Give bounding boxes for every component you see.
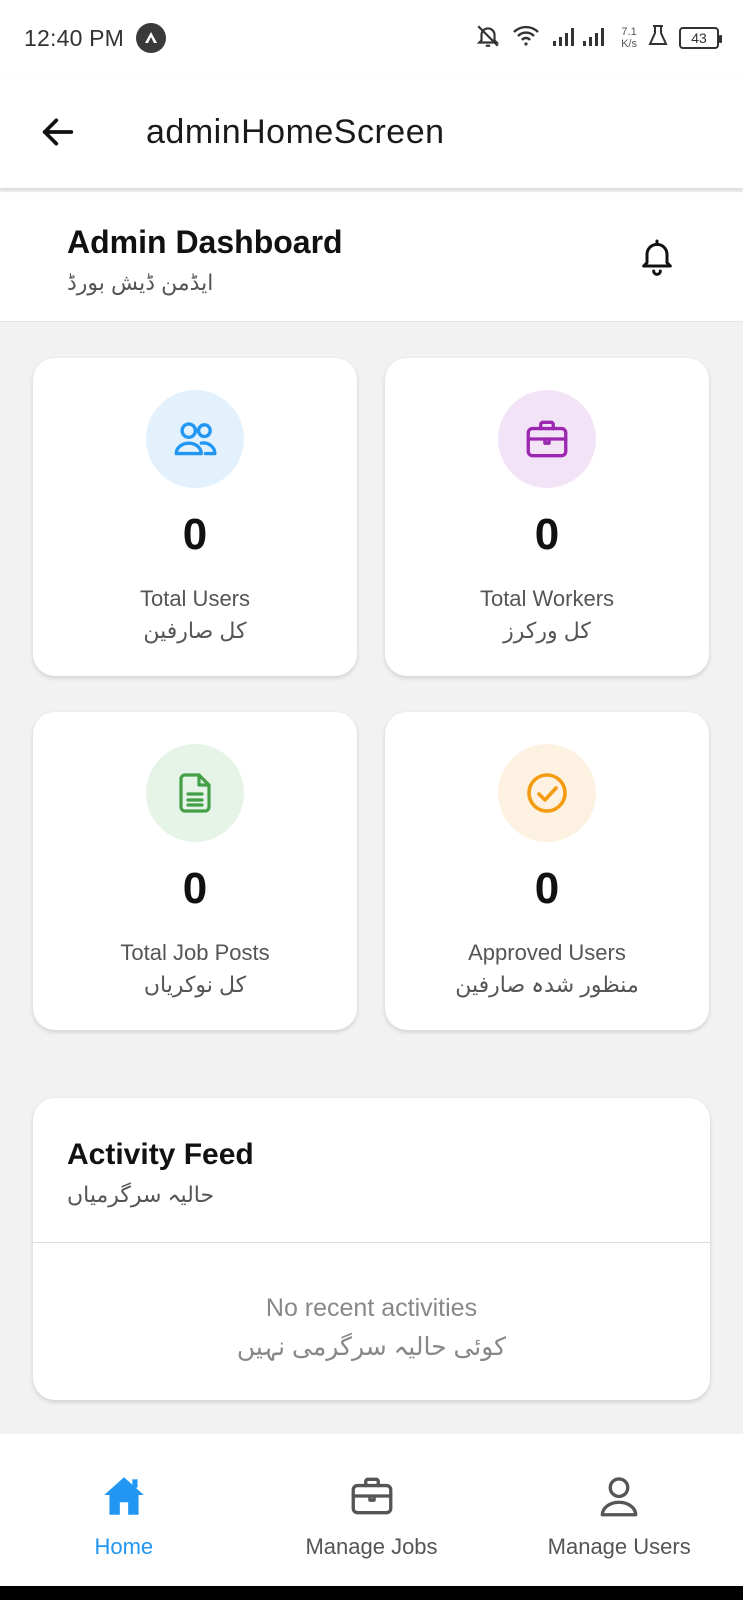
nav-label: Home (94, 1534, 154, 1559)
activity-feed-subtitle: حالیہ سرگرمیاں (67, 1182, 215, 1207)
stat-card-total-users[interactable]: 0 Total Users کل صارفین (33, 358, 357, 676)
activity-feed-title: Activity Feed (67, 1138, 254, 1171)
stat-value: 0 (182, 864, 208, 913)
net-speed-value: 7.1 (621, 26, 637, 38)
lab-flask-icon (647, 24, 669, 53)
nav-item-manage-jobs[interactable]: Manage Jobs (248, 1434, 496, 1586)
stat-label: Total Users (139, 586, 251, 611)
stat-value: 0 (534, 510, 560, 559)
nav-item-home[interactable]: Home (0, 1434, 248, 1586)
dashboard-subtitle: ایڈمن ڈیش بورڈ (67, 270, 214, 295)
users-icon (174, 422, 217, 456)
check-circle-icon (527, 773, 567, 813)
nav-label: Manage Users (547, 1534, 691, 1559)
app-bar: adminHomeScreen (0, 76, 743, 188)
bell-icon (642, 239, 672, 276)
divider (33, 1242, 710, 1243)
app-notification-icon (136, 23, 167, 53)
signal-icon (551, 24, 611, 53)
document-icon-circle (146, 744, 244, 842)
back-button[interactable] (28, 102, 88, 162)
dashboard-title: Admin Dashboard (67, 224, 343, 260)
stat-sublabel: کل نوکریاں (143, 972, 247, 997)
nav-item-manage-users[interactable]: Manage Users (495, 1434, 743, 1586)
nav-label: Manage Jobs (305, 1534, 438, 1559)
users-icon-circle (146, 390, 244, 488)
stat-label: Total Job Posts (120, 940, 270, 965)
battery-icon: 43 (679, 27, 722, 49)
stat-card-approved-users[interactable]: 0 Approved Users منظور شدہ صارفین (385, 712, 709, 1030)
bottom-navigation: Home Manage Jobs Manage Users (0, 1434, 743, 1586)
status-bar: 12:40 PM 7.1 K/s 43 (0, 0, 743, 76)
mute-bell-icon (475, 23, 501, 54)
screen: 12:40 PM 7.1 K/s 43 adminHomeScreen Admi… (0, 0, 743, 1600)
net-speed-unit: K/s (621, 38, 637, 50)
stat-card-total-workers[interactable]: 0 Total Workers کل ورکرز (385, 358, 709, 676)
activity-feed-card: Activity Feed حالیہ سرگرمیاں No recent a… (33, 1098, 710, 1400)
wifi-icon (511, 23, 541, 54)
app-bar-title: adminHomeScreen (146, 112, 445, 151)
stat-value: 0 (534, 864, 560, 913)
empty-state-text: No recent activities (265, 1294, 478, 1322)
stat-sublabel: کل ورکرز (503, 618, 591, 643)
stat-label: Approved Users (468, 940, 626, 965)
person-icon (593, 1470, 645, 1522)
empty-state-subtext: کوئی حالیہ سرگرمی نہیں (236, 1333, 507, 1361)
briefcase-icon (346, 1470, 398, 1522)
briefcase-icon (526, 420, 568, 458)
home-icon (98, 1470, 150, 1522)
notifications-button[interactable] (631, 230, 683, 282)
status-time: 12:40 PM (24, 24, 125, 51)
arrow-left-icon (42, 118, 74, 146)
stat-card-total-job-posts[interactable]: 0 Total Job Posts کل نوکریاں (33, 712, 357, 1030)
status-icons: 7.1 K/s 43 (475, 23, 722, 54)
system-nav-bar (0, 1586, 743, 1600)
briefcase-icon-circle (498, 390, 596, 488)
document-icon (179, 773, 211, 813)
stat-sublabel: کل صارفین (143, 618, 247, 643)
stat-label: Total Workers (479, 586, 615, 611)
battery-level: 43 (691, 30, 707, 46)
stat-sublabel: منظور شدہ صارفین (455, 972, 639, 997)
dashboard-header: Admin Dashboard ایڈمن ڈیش بورڈ (0, 192, 743, 322)
net-speed: 7.1 K/s (621, 26, 637, 50)
check-circle-icon-circle (498, 744, 596, 842)
stat-value: 0 (182, 510, 208, 559)
